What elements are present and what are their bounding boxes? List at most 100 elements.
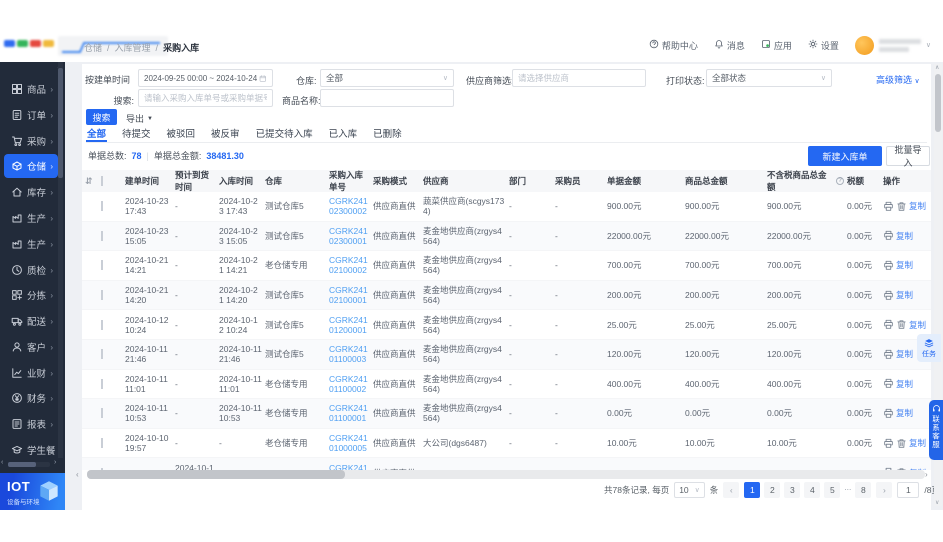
new-inbound-order-button[interactable]: 新建入库单 (808, 146, 882, 166)
expand-rows-icon[interactable]: ⇵ (85, 176, 93, 186)
page-ellipsis[interactable]: ... (844, 482, 851, 498)
scroll-left-icon[interactable]: ‹ (1, 459, 3, 466)
sidebar-item-仓储[interactable]: 仓储 › (4, 154, 58, 178)
page-button-3[interactable]: 3 (784, 482, 801, 498)
sidebar-item-质检[interactable]: 质检 › (4, 258, 58, 282)
order-number-link[interactable]: CGRK241010 (329, 463, 368, 471)
breadcrumb-item[interactable]: 仓储 (84, 41, 102, 54)
scroll-right-icon[interactable]: › (925, 470, 928, 479)
order-number-link[interactable]: CGRK24102300002 (329, 196, 368, 216)
sidebar-item-配送[interactable]: 配送 › (4, 309, 58, 333)
order-number-link[interactable]: CGRK24102100001 (329, 285, 368, 305)
tab-全部[interactable]: 全部 (86, 124, 108, 142)
print-icon[interactable] (883, 408, 894, 419)
sidebar-horizontal-scrollbar[interactable]: ‹ › (0, 459, 65, 469)
row-checkbox[interactable] (101, 438, 103, 449)
order-number-link[interactable]: CGRK24101100001 (329, 403, 368, 423)
sidebar-item-业财[interactable]: 业财 › (4, 361, 58, 385)
tab-已删除[interactable]: 已删除 (372, 124, 403, 142)
sidebar-item-财务[interactable]: 财务 › (4, 386, 58, 410)
order-number-link[interactable]: CGRK24101100003 (329, 344, 368, 364)
copy-link[interactable]: 复制 (896, 378, 913, 390)
copy-link[interactable]: 复制 (909, 319, 926, 331)
row-checkbox[interactable] (101, 201, 103, 212)
sidebar-item-采购[interactable]: 采购 › (4, 129, 58, 153)
sidebar-item-生产[interactable]: 生产 › (4, 232, 58, 256)
page-jump-input[interactable] (897, 482, 920, 498)
print-icon[interactable] (883, 230, 894, 241)
order-number-link[interactable]: CGRK24101000005 (329, 433, 368, 453)
order-number-link[interactable]: CGRK24101100002 (329, 374, 368, 394)
row-checkbox[interactable] (101, 349, 103, 360)
warehouse-select[interactable]: 全部 ∨ (320, 69, 454, 87)
copy-link[interactable]: 复制 (896, 407, 913, 419)
row-checkbox[interactable] (101, 319, 103, 330)
scrollbar-thumb[interactable] (935, 74, 941, 132)
page-size-select[interactable]: 10 ∨ (674, 482, 705, 498)
order-number-link[interactable]: CGRK24102300001 (329, 226, 368, 246)
sidebar-item-生产[interactable]: 生产 › (4, 206, 58, 230)
copy-link[interactable]: 复制 (896, 289, 913, 301)
scroll-down-icon[interactable]: ∨ (935, 499, 939, 506)
scroll-left-icon[interactable]: ‹ (76, 470, 79, 479)
customer-service-float-button[interactable]: 联系客服 (929, 400, 943, 460)
print-icon[interactable] (883, 201, 894, 212)
sidebar-item-学生餐[interactable]: 学生餐 › (4, 438, 58, 462)
print-status-select[interactable]: 全部状态 ∨ (706, 69, 832, 87)
time-type-select[interactable]: 按建单时间 ∨ (85, 73, 142, 86)
print-icon[interactable] (883, 438, 894, 449)
info-icon[interactable]: ? (836, 177, 844, 185)
messages-button[interactable]: 消息 (714, 39, 745, 52)
scroll-right-icon[interactable]: › (54, 459, 56, 466)
task-float-button[interactable]: 任务 (917, 334, 941, 362)
tab-被驳回[interactable]: 被驳回 (166, 124, 197, 142)
date-range-picker[interactable]: 2024-09-25 00:00 ~ 2024-10-24 24:00 (138, 69, 273, 87)
tab-被反审[interactable]: 被反审 (210, 124, 241, 142)
sidebar-item-商品[interactable]: 商品 › (4, 77, 58, 101)
page-button-5[interactable]: 5 (824, 482, 841, 498)
sidebar-item-分拣[interactable]: 分拣 › (4, 283, 58, 307)
page-button-1[interactable]: 1 (744, 482, 761, 498)
apps-button[interactable]: 应用 (761, 39, 792, 52)
print-icon[interactable] (883, 260, 894, 271)
order-number-link[interactable]: CGRK24101200001 (329, 315, 368, 335)
copy-link[interactable]: 复制 (896, 259, 913, 271)
tab-已提交待入库[interactable]: 已提交待入库 (255, 124, 314, 142)
copy-link[interactable]: 复制 (909, 437, 926, 449)
row-checkbox[interactable] (101, 290, 103, 301)
supplier-input[interactable] (512, 69, 646, 87)
copy-link[interactable]: 复制 (909, 200, 926, 212)
order-number-link[interactable]: CGRK24102100002 (329, 255, 368, 275)
copy-link[interactable]: 复制 (896, 230, 913, 242)
table-horizontal-scrollbar[interactable]: ‹ › (76, 470, 931, 479)
scroll-up-icon[interactable]: ∧ (935, 64, 939, 71)
tab-已入库[interactable]: 已入库 (328, 124, 359, 142)
row-checkbox[interactable] (101, 260, 103, 271)
user-menu[interactable]: ∨ (854, 35, 931, 55)
page-button-2[interactable]: 2 (764, 482, 781, 498)
row-checkbox[interactable] (101, 378, 103, 389)
batch-import-button[interactable]: 批量导入 (886, 145, 930, 168)
sidebar-vertical-scrollbar[interactable] (58, 62, 63, 458)
help-center-button[interactable]: 帮助中心 (649, 39, 698, 52)
next-page-button[interactable]: › (876, 482, 893, 498)
sidebar-item-报表[interactable]: 报表 › (4, 412, 58, 436)
iot-banner[interactable]: IOT 设备与环境 (0, 473, 65, 510)
tab-待提交[interactable]: 待提交 (121, 124, 152, 142)
breadcrumb-item[interactable]: 入库管理 (115, 41, 151, 54)
page-button-4[interactable]: 4 (804, 482, 821, 498)
search-button[interactable]: 搜索 (86, 109, 117, 125)
sidebar-item-客户[interactable]: 客户 › (4, 335, 58, 359)
sidebar-item-库存[interactable]: 库存 › (4, 180, 58, 204)
search-input[interactable] (138, 89, 273, 107)
avatar[interactable] (854, 35, 874, 55)
copy-link[interactable]: 复制 (896, 348, 913, 360)
print-icon[interactable] (883, 290, 894, 301)
scrollbar-thumb[interactable] (87, 470, 345, 479)
select-all-checkbox[interactable] (101, 176, 103, 186)
delete-icon[interactable] (896, 319, 907, 330)
print-icon[interactable] (883, 319, 894, 330)
print-icon[interactable] (883, 349, 894, 360)
row-checkbox[interactable] (101, 408, 103, 419)
sidebar-item-订单[interactable]: 订单 › (4, 103, 58, 127)
